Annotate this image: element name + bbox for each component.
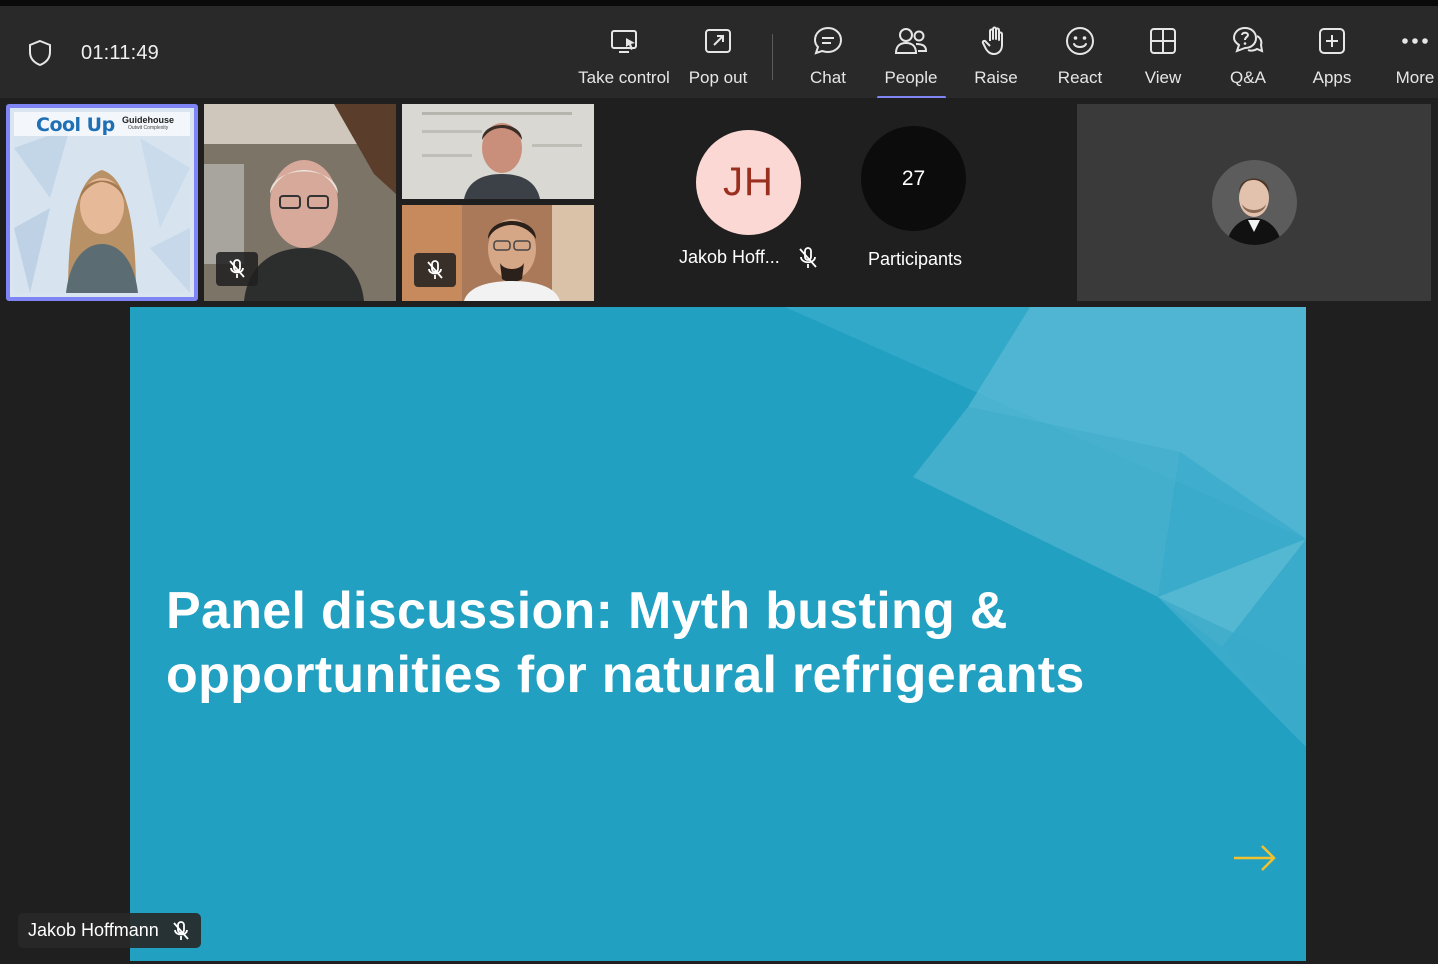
chat-button[interactable]: Chat <box>808 20 848 94</box>
guidehouse-logo: Guidehouse <box>122 115 175 125</box>
chat-label: Chat <box>810 68 846 87</box>
apps-label: Apps <box>1312 68 1352 87</box>
presenter-name-tag: Jakob Hoffmann <box>18 913 201 948</box>
video-tile-participant-3[interactable] <box>402 104 594 199</box>
cool-up-logo: Cool Up <box>36 114 115 136</box>
presenter-mic-off-icon <box>173 920 189 940</box>
raise-hand-button[interactable]: Raise <box>974 20 1018 94</box>
participants-label: Participants <box>868 249 963 269</box>
participant-jh-avatar[interactable]: JH <box>696 130 801 235</box>
view-label: View <box>1144 68 1182 87</box>
people-label: People <box>884 68 938 87</box>
slide-title-line-1: Panel discussion: Myth busting & <box>166 582 1008 640</box>
participant-4-mic-off-icon <box>414 253 456 287</box>
video-tile-speaker[interactable]: Cool Up Guidehouse Outwit Complexity <box>6 104 198 301</box>
participants-count-badge[interactable]: 27 <box>861 126 966 231</box>
video-tile-participant-2[interactable] <box>204 104 396 301</box>
grid-icon <box>1146 24 1180 58</box>
toolbar-divider <box>772 34 773 80</box>
guidehouse-tagline: Outwit Complexity <box>128 125 169 131</box>
more-label: More <box>1395 68 1435 87</box>
video-tile-participant-4[interactable] <box>402 205 594 301</box>
screen-pointer-icon <box>607 24 641 58</box>
more-button[interactable]: More <box>1394 20 1436 94</box>
meeting-toolbar: 01:11:49 Take control Pop out Chat Peopl… <box>0 6 1438 99</box>
presenter-name: Jakob Hoffmann <box>28 920 159 940</box>
slide-title-line-2: opportunities for natural refrigerants <box>166 646 1085 704</box>
pop-out-label: Pop out <box>688 68 748 87</box>
take-control-label: Take control <box>578 68 670 87</box>
chat-bubble-icon <box>811 24 845 58</box>
video-tile-profile[interactable] <box>1077 104 1431 301</box>
profile-avatar <box>1212 160 1297 245</box>
shield-icon[interactable] <box>27 39 53 67</box>
react-label: React <box>1057 68 1103 87</box>
meeting-timer: 01:11:49 <box>81 42 159 64</box>
people-icon <box>894 24 928 58</box>
slide-next-arrow-icon <box>1234 845 1276 871</box>
smiley-icon <box>1063 24 1097 58</box>
plus-box-icon <box>1315 24 1349 58</box>
question-bubble-icon <box>1231 24 1265 58</box>
people-button[interactable]: People <box>884 20 938 94</box>
apps-button[interactable]: Apps <box>1312 20 1352 94</box>
slide-title: Panel discussion: Myth busting & opportu… <box>166 579 1085 707</box>
qa-label: Q&A <box>1230 68 1266 87</box>
speaker-video-frame <box>14 112 190 293</box>
view-button[interactable]: View <box>1144 20 1182 94</box>
pop-out-button[interactable]: Pop out <box>689 20 747 94</box>
take-control-button[interactable]: Take control <box>578 20 670 94</box>
react-button[interactable]: React <box>1058 20 1102 94</box>
participant-2-mic-off-icon <box>216 252 258 286</box>
raise-label: Raise <box>974 68 1018 87</box>
participant-jh-mic-off-icon <box>799 247 817 268</box>
pop-out-icon <box>701 24 735 58</box>
participant-3-video-frame <box>402 104 594 199</box>
ellipsis-icon <box>1398 24 1432 58</box>
qa-button[interactable]: Q&A <box>1227 20 1269 94</box>
participant-jh-name: Jakob Hoff... <box>679 247 780 267</box>
shared-presentation-slide: Panel discussion: Myth busting & opportu… <box>130 307 1306 961</box>
hand-icon <box>979 24 1013 58</box>
